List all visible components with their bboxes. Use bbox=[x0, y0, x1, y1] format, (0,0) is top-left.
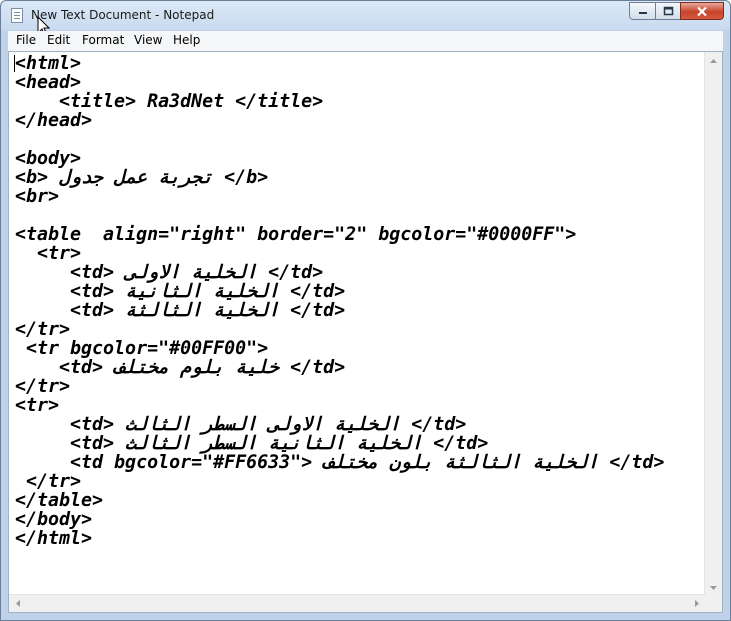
editor-line: </body> bbox=[15, 509, 93, 530]
editor-content: <html> <head> <title> Ra3dNet </title> </h… bbox=[15, 54, 664, 548]
editor-line: <br> bbox=[15, 186, 60, 207]
scroll-down-button[interactable] bbox=[705, 579, 722, 596]
chevron-down-icon bbox=[710, 585, 717, 590]
editor-line: <td bgcolor="#FF6633"> الخلية الثالثة بل… bbox=[15, 452, 665, 473]
editor-line: <head> bbox=[15, 72, 82, 93]
editor-line: </tr> bbox=[15, 471, 82, 492]
vertical-scrollbar[interactable] bbox=[704, 52, 722, 596]
close-button[interactable] bbox=[680, 2, 724, 20]
close-icon bbox=[697, 6, 707, 16]
editor-line: <body> bbox=[15, 148, 82, 169]
minimize-button[interactable] bbox=[629, 2, 656, 20]
menu-help[interactable]: Help bbox=[173, 33, 200, 47]
scroll-left-button[interactable] bbox=[9, 595, 26, 612]
window-title: New Text Document - Notepad bbox=[31, 8, 215, 22]
chevron-left-icon bbox=[15, 600, 20, 607]
editor-line: <table align="right" border="2" bgcolor=… bbox=[15, 224, 577, 245]
editor-line: </html> bbox=[15, 528, 93, 549]
editor-line: <td> الخلية الثانية </td> bbox=[15, 281, 346, 302]
minimize-icon bbox=[638, 12, 647, 14]
scrollbar-corner bbox=[705, 595, 722, 612]
menu-view[interactable]: View bbox=[134, 33, 162, 47]
menu-bar: File Edit Format View Help bbox=[8, 31, 723, 52]
horizontal-scrollbar[interactable] bbox=[9, 594, 705, 612]
editor-line: </head> bbox=[15, 110, 93, 131]
editor-line: <tr> bbox=[15, 243, 82, 264]
notepad-window: New Text Document - Notepad File Edit Fo… bbox=[0, 0, 731, 621]
editor-line: <td> الخلية الاولى </td> bbox=[15, 262, 324, 283]
editor-line: </tr> bbox=[15, 319, 71, 340]
maximize-icon bbox=[663, 6, 673, 16]
editor-line: <title> Ra3dNet </title> bbox=[15, 91, 324, 112]
menu-file[interactable]: File bbox=[16, 33, 36, 47]
scroll-right-button[interactable] bbox=[688, 595, 705, 612]
editor-line: </tr> bbox=[15, 376, 71, 397]
editor-line: <b> تجربة عمل جدول </b> bbox=[15, 167, 269, 188]
editor-line: <td> خلية بلوم مختلف </td> bbox=[15, 357, 346, 378]
editor-line: <td> الخلية الثانية السطر الثالث </td> bbox=[15, 433, 489, 454]
editor-line: <html> bbox=[15, 53, 82, 74]
menu-edit[interactable]: Edit bbox=[47, 33, 70, 47]
editor-line: <td> الخلية الثالثة </td> bbox=[15, 300, 346, 321]
window-controls bbox=[629, 2, 724, 20]
editor-line: <td> الخلية الاولى السطر الثالث </td> bbox=[15, 414, 467, 435]
chevron-right-icon bbox=[694, 600, 699, 607]
notepad-icon[interactable] bbox=[11, 8, 23, 23]
chevron-up-icon bbox=[710, 58, 717, 63]
editor-line: </table> bbox=[15, 490, 104, 511]
editor-line: <tr> bbox=[15, 395, 60, 416]
scroll-up-button[interactable] bbox=[705, 52, 722, 69]
menu-format[interactable]: Format bbox=[82, 33, 124, 47]
editor-line: <tr bgcolor="#00FF00"> bbox=[15, 338, 269, 359]
title-bar[interactable]: New Text Document - Notepad bbox=[1, 1, 730, 37]
maximize-button[interactable] bbox=[655, 2, 681, 20]
text-editor[interactable]: <html> <head> <title> Ra3dNet </title> </h… bbox=[8, 51, 723, 613]
